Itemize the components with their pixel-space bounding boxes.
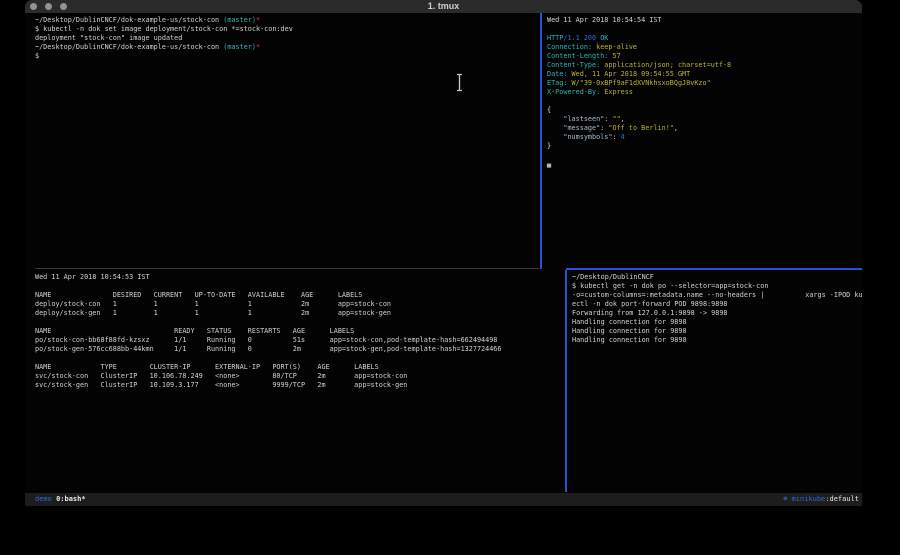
- pane-top-left-shell[interactable]: ~/Desktop/DublinCNCF/dok-example-us/stoc…: [25, 13, 540, 268]
- terminal-line: svc/stock-gen ClusterIP 10.109.3.177 <no…: [35, 381, 563, 390]
- pane-divider-horizontal-right-active[interactable]: [566, 268, 862, 270]
- tmux-session-window-label[interactable]: demo 0:bash*: [35, 493, 86, 506]
- terminal-line: [547, 97, 862, 106]
- tmux-session: ~/Desktop/DublinCNCF/dok-example-us/stoc…: [25, 13, 862, 493]
- terminal-line: Wed 11 Apr 2018 10:54:54 IST: [547, 16, 862, 25]
- minimize-button[interactable]: [45, 3, 52, 10]
- terminal-line: ETag: W/"39-0xBPf9aF1dXVNkhsxoBQgJ8vKzo": [547, 79, 862, 88]
- terminal-line: [35, 318, 563, 327]
- terminal-line: [547, 25, 862, 34]
- terminal-line: NAME DESIRED CURRENT UP-TO-DATE AVAILABL…: [35, 291, 563, 300]
- terminal-line: Date: Wed, 11 Apr 2018 09:54:55 GMT: [547, 70, 862, 79]
- pane-bottom-left-kubectl-watch[interactable]: Wed 11 Apr 2018 10:54:53 IST NAME DESIRED…: [25, 270, 563, 492]
- terminal-line: ☸ minikube:default: [783, 495, 859, 503]
- terminal-line: HTTP/1.1 200 OK: [547, 34, 862, 43]
- terminal-line: ~/Desktop/DublinCNCF: [572, 273, 862, 282]
- window-title: 1. tmux: [25, 0, 862, 13]
- pane-divider-vertical-top[interactable]: [540, 13, 542, 269]
- terminal-line: [547, 151, 862, 160]
- terminal-line: $ kubectl get -n dok po --selector=app=s…: [572, 282, 862, 291]
- pane-bottom-right-port-forward[interactable]: ~/Desktop/DublinCNCF$ kubectl get -n dok…: [567, 270, 862, 492]
- pane-divider-vertical-bottom-active[interactable]: [565, 270, 567, 492]
- terminal-line: $ kubectl -n dok set image deployment/st…: [35, 25, 540, 34]
- terminal-line: Content-Length: 57: [547, 52, 862, 61]
- terminal-line: ectl -n dok port-forward POD 9898:9898: [572, 300, 862, 309]
- terminal-line: ~/Desktop/DublinCNCF/dok-example-us/stoc…: [35, 43, 540, 52]
- terminal-line: "lastseen": "",: [547, 115, 862, 124]
- kube-context-status: ☸ minikube:default: [783, 493, 859, 506]
- terminal-line: Content-Type: application/json; charset=…: [547, 61, 862, 70]
- window-titlebar: 1. tmux: [25, 0, 862, 13]
- terminal-line: -o=custom-columns=:metadata.name --no-he…: [572, 291, 862, 300]
- terminal-line: $: [35, 52, 540, 61]
- terminal-line: po/stock-gen-576cc688bb-44kmn 1/1 Runnin…: [35, 345, 563, 354]
- terminal-line: NAME TYPE CLUSTER-IP EXTERNAL-IP PORT(S)…: [35, 363, 563, 372]
- terminal-line: NAME READY STATUS RESTARTS AGE LABELS: [35, 327, 563, 336]
- terminal-line: po/stock-con-bb68f88fd-kzsxz 1/1 Running…: [35, 336, 563, 345]
- pane-divider-horizontal-left[interactable]: [35, 268, 539, 269]
- terminal-line: ~/Desktop/DublinCNCF/dok-example-us/stoc…: [35, 16, 540, 25]
- terminal-line: ▄: [547, 160, 862, 169]
- terminal-line: demo 0:bash*: [35, 495, 86, 503]
- terminal-line: Connection: keep-alive: [547, 43, 862, 52]
- terminal-line: deploy/stock-con 1 1 1 1 2m app=stock-co…: [35, 300, 563, 309]
- terminal-line: Handling connection for 9898: [572, 336, 862, 345]
- zoom-button[interactable]: [60, 3, 67, 10]
- terminal-line: svc/stock-con ClusterIP 10.106.78.249 <n…: [35, 372, 563, 381]
- terminal-line: deployment "stock-con" image updated: [35, 34, 540, 43]
- terminal-line: Handling connection for 9898: [572, 327, 862, 336]
- terminal-line: "message": "Off to Berlin!",: [547, 124, 862, 133]
- terminal-line: [35, 354, 563, 363]
- terminal-line: Handling connection for 9898: [572, 318, 862, 327]
- pane-top-right-http-response[interactable]: Wed 11 Apr 2018 10:54:54 IST HTTP/1.1 20…: [542, 13, 862, 268]
- terminal-line: {: [547, 106, 862, 115]
- tmux-status-bar: demo 0:bash* ☸ minikube:default: [25, 493, 862, 506]
- terminal-line: [35, 282, 563, 291]
- traffic-lights: [30, 3, 67, 10]
- terminal-window: 1. tmux ~/Desktop/DublinCNCF/dok-example…: [25, 0, 862, 506]
- terminal-line: }: [547, 142, 862, 151]
- text-cursor-pointer: [455, 73, 464, 92]
- terminal-line: X-Powered-By: Express: [547, 88, 862, 97]
- terminal-line: Wed 11 Apr 2018 10:54:53 IST: [35, 273, 563, 282]
- terminal-line: Forwarding from 127.0.0.1:9898 -> 9898: [572, 309, 862, 318]
- terminal-line: "numsymbols": 4: [547, 133, 862, 142]
- close-button[interactable]: [30, 3, 37, 10]
- terminal-line: deploy/stock-gen 1 1 1 1 2m app=stock-ge…: [35, 309, 563, 318]
